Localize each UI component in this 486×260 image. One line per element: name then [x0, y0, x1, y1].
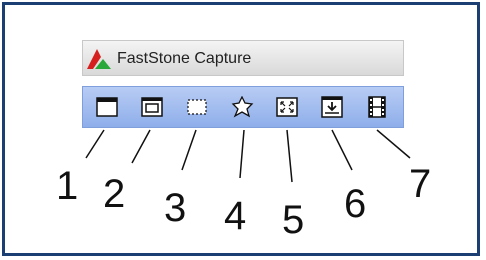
- capture-rectangular-region-button[interactable]: [184, 95, 210, 119]
- callout-number: 5: [282, 198, 305, 242]
- callout-number: 7: [409, 162, 432, 206]
- callout-number: 1: [56, 164, 79, 208]
- capture-window-object-button[interactable]: [139, 95, 165, 119]
- screen-recorder-icon: [367, 96, 387, 118]
- capture-freehand-region-button[interactable]: [229, 95, 255, 119]
- callout-number: 6: [344, 182, 367, 226]
- capture-active-window-button[interactable]: [94, 95, 120, 119]
- capture-window-object-icon: [141, 97, 163, 117]
- capture-full-screen-button[interactable]: [274, 95, 300, 119]
- capture-rectangular-region-icon: [186, 97, 208, 117]
- faststone-logo-icon: [87, 49, 111, 74]
- app-title: FastStone Capture: [117, 50, 252, 67]
- capture-toolbar: [82, 86, 404, 128]
- callout-number: 2: [103, 172, 126, 216]
- capture-scrolling-window-icon: [321, 96, 343, 118]
- title-bar[interactable]: FastStone Capture: [82, 40, 404, 76]
- capture-freehand-region-icon: [230, 96, 254, 118]
- capture-active-window-icon: [96, 97, 118, 117]
- capture-scrolling-window-button[interactable]: [319, 95, 345, 119]
- screen-recorder-button[interactable]: [364, 95, 390, 119]
- callout-number: 4: [224, 194, 247, 238]
- callout-number: 3: [164, 186, 187, 230]
- capture-full-screen-icon: [276, 97, 298, 117]
